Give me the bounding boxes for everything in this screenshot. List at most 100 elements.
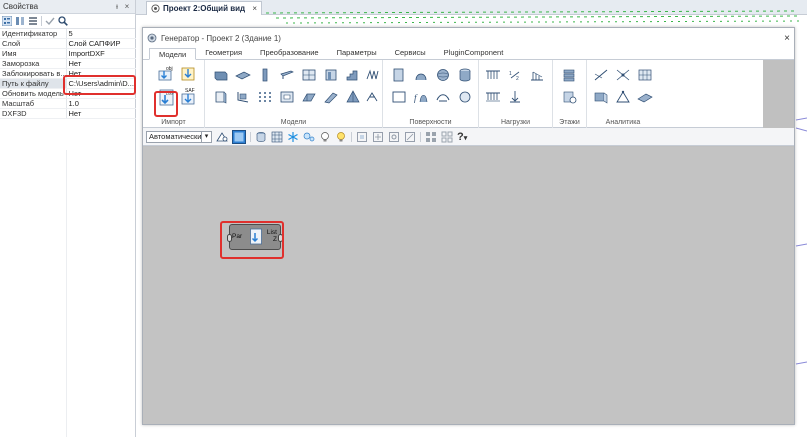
file-path-field[interactable]: C:\Users\admin\D... xyxy=(66,78,136,89)
list-view-icon[interactable] xyxy=(28,16,38,26)
property-row[interactable]: DXF3D Нет xyxy=(0,108,136,119)
help-button[interactable]: ?▾ xyxy=(457,131,467,143)
window-icon[interactable] xyxy=(301,68,317,82)
tab-parameters[interactable]: Параметры xyxy=(328,47,386,59)
pyramid-icon[interactable] xyxy=(345,90,361,104)
analytics-grid-icon[interactable] xyxy=(637,68,653,82)
slab-icon[interactable] xyxy=(235,68,251,82)
layout-icon[interactable] xyxy=(216,131,228,143)
search-icon[interactable] xyxy=(58,16,68,26)
surface-function-icon[interactable]: f xyxy=(413,90,429,104)
analytics-plate-icon[interactable] xyxy=(637,90,653,104)
tab-geometry[interactable]: Геометрия xyxy=(196,47,251,59)
import-dxf-icon[interactable]: DXF xyxy=(157,88,177,108)
property-row[interactable]: Заблокировать в... Нет xyxy=(0,68,136,79)
analytics-line-icon[interactable] xyxy=(593,68,609,82)
lightbulb-off-icon[interactable] xyxy=(319,131,331,143)
column-icon[interactable] xyxy=(257,68,273,82)
property-key: DXF3D xyxy=(0,108,67,119)
database-icon[interactable] xyxy=(255,131,267,143)
toolbar-separator xyxy=(41,16,42,26)
spring-icon[interactable] xyxy=(365,68,381,82)
pin-icon[interactable]: ᵼ xyxy=(112,2,122,11)
grid-points-icon[interactable] xyxy=(257,90,273,104)
property-row[interactable]: Слой Слой САПФИР xyxy=(0,38,136,49)
property-value[interactable]: Нет xyxy=(66,58,136,69)
property-value[interactable]: 1.0 xyxy=(66,98,136,109)
generator-close-icon[interactable]: × xyxy=(784,33,790,44)
surface-circle-icon[interactable] xyxy=(457,90,473,104)
property-row[interactable]: Обновить модель Нет xyxy=(0,88,136,99)
output-pin[interactable] xyxy=(278,234,283,242)
tab-project-general-view[interactable]: Проект 2:Общий вид × xyxy=(146,1,262,15)
zoom-fit-icon[interactable] xyxy=(372,131,384,143)
foundation-icon[interactable] xyxy=(235,90,251,104)
property-value[interactable]: ImportDXF xyxy=(66,48,136,59)
ramp-icon[interactable] xyxy=(323,90,339,104)
load-line-icon[interactable] xyxy=(485,90,501,104)
panel-icon[interactable] xyxy=(213,90,229,104)
property-value[interactable]: Нет xyxy=(66,88,136,99)
group-loads: 12 Нагрузки xyxy=(479,60,553,128)
snowflake-icon[interactable] xyxy=(287,131,299,143)
analytics-triangle-icon[interactable] xyxy=(615,90,631,104)
stair-icon[interactable] xyxy=(345,68,361,82)
door-icon[interactable] xyxy=(323,68,339,82)
tab-plugin-component[interactable]: PluginComponent xyxy=(435,47,513,59)
import-saf-icon[interactable]: SAF xyxy=(179,86,197,106)
tab-transform[interactable]: Преобразование xyxy=(251,47,328,59)
properties-panel: Свойства ᵼ × Идентификатор 5 Слой Слой САП… xyxy=(0,0,136,437)
property-row[interactable]: Имя ImportDXF xyxy=(0,48,136,59)
property-row-file-path[interactable]: Путь к файлу C:\Users\admin\D... xyxy=(0,78,136,89)
import-dxf-node[interactable]: Par List Z xyxy=(227,224,283,250)
tab-services[interactable]: Сервисы xyxy=(386,47,435,59)
zoom-extent-icon[interactable] xyxy=(404,131,416,143)
grid-toggle-icon[interactable] xyxy=(271,131,283,143)
mode-select[interactable]: Автоматически ▾ xyxy=(146,130,212,143)
opening-icon[interactable] xyxy=(279,90,295,104)
layout-grid-icon[interactable] xyxy=(425,131,437,143)
zoom-frame-icon[interactable] xyxy=(356,131,368,143)
node-canvas[interactable]: Par List Z xyxy=(143,147,794,424)
apply-check-icon[interactable] xyxy=(45,16,55,26)
property-value[interactable]: Слой САПФИР xyxy=(66,38,136,49)
property-value[interactable]: Нет xyxy=(66,108,136,119)
surface-frame-icon[interactable] xyxy=(391,90,407,104)
categorized-icon[interactable] xyxy=(2,16,12,26)
close-tab-icon[interactable]: × xyxy=(252,4,257,13)
load-moment-icon[interactable]: 12 xyxy=(507,68,523,82)
surface-curve-icon[interactable] xyxy=(413,68,429,82)
tab-models[interactable]: Модели xyxy=(149,48,197,60)
close-icon[interactable]: × xyxy=(122,2,132,11)
zoom-selection-icon[interactable] xyxy=(388,131,400,143)
property-row[interactable]: Идентификатор 5 xyxy=(0,29,136,39)
surface-sphere-icon[interactable] xyxy=(435,68,451,82)
floor-add-icon[interactable] xyxy=(562,68,578,82)
import-model-icon[interactable] xyxy=(179,66,197,82)
surface-loft-icon[interactable] xyxy=(435,90,451,104)
analytics-box-icon[interactable] xyxy=(593,90,609,104)
load-point-icon[interactable] xyxy=(507,90,523,104)
load-distributed-icon[interactable] xyxy=(485,68,501,82)
surface-cylinder-icon[interactable] xyxy=(457,68,473,82)
analytics-node-icon[interactable] xyxy=(615,68,631,82)
bubbles-icon[interactable] xyxy=(303,131,315,143)
floor-settings-icon[interactable] xyxy=(562,90,578,104)
picture-icon[interactable] xyxy=(232,129,246,144)
wall-icon[interactable] xyxy=(213,68,229,82)
property-value[interactable]: 5 xyxy=(66,29,136,39)
truss-icon[interactable] xyxy=(365,90,381,104)
surface-rect-icon[interactable] xyxy=(391,68,407,82)
layout-split-icon[interactable] xyxy=(441,131,453,143)
load-area-icon[interactable] xyxy=(529,68,545,82)
property-row[interactable]: Заморозка Нет xyxy=(0,58,136,69)
beam-icon[interactable] xyxy=(279,68,295,82)
property-value[interactable]: Нет xyxy=(66,68,136,79)
group-import-label: Импорт xyxy=(161,119,186,126)
roof-icon[interactable] xyxy=(301,90,317,104)
import-obj-icon[interactable]: obj xyxy=(157,65,175,83)
alphabetical-icon[interactable] xyxy=(15,16,25,26)
property-key: Заблокировать в... xyxy=(0,68,67,79)
lightbulb-on-icon[interactable] xyxy=(335,131,347,143)
property-row[interactable]: Масштаб 1.0 xyxy=(0,98,136,109)
